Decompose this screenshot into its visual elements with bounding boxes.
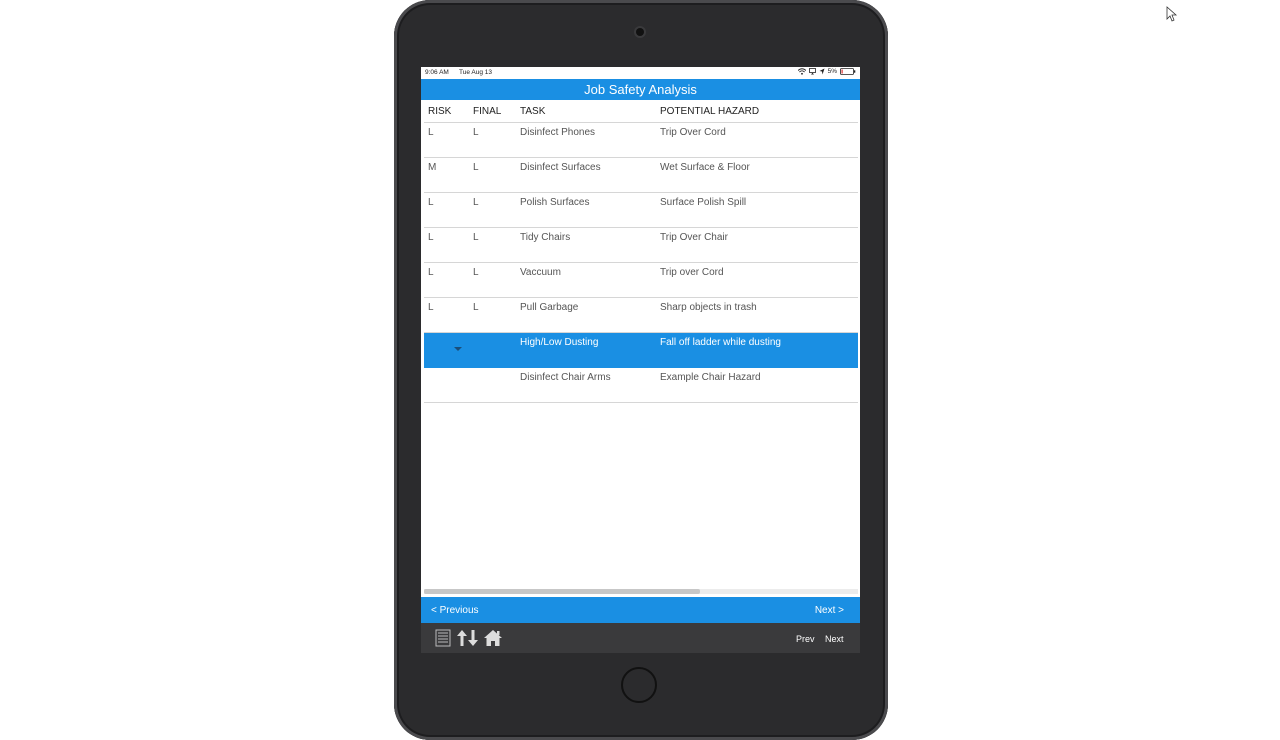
hazard-cell: Trip over Cord [660, 267, 724, 278]
page-navigation-bar: < Previous Next > [421, 597, 860, 623]
table-row-selected[interactable]: High/Low Dusting Fall off ladder while d… [424, 333, 858, 368]
status-bar: 9:06 AM Tue Aug 13 5% [421, 67, 860, 79]
task-cell: Disinfect Chair Arms [520, 372, 611, 383]
risk-cell: L [428, 302, 434, 313]
final-cell: L [473, 162, 479, 173]
scrollbar-thumb[interactable] [424, 589, 700, 594]
status-indicators: 5% [797, 68, 856, 75]
status-date: Tue Aug 13 [459, 69, 493, 76]
table-row[interactable]: L L Polish Surfaces Surface Polish Spill [424, 193, 858, 228]
risk-cell: L [428, 127, 434, 138]
table-row[interactable]: L L Pull Garbage Sharp objects in trash [424, 298, 858, 333]
risk-cell: L [428, 232, 434, 243]
hazard-cell: Example Chair Hazard [660, 372, 761, 383]
task-cell: Vaccuum [520, 267, 561, 278]
toolbar-next-button[interactable]: Next [825, 634, 844, 644]
mouse-cursor-icon [1166, 6, 1178, 22]
table-row[interactable]: L L Vaccuum Trip over Cord [424, 263, 858, 298]
task-cell: Polish Surfaces [520, 197, 590, 208]
risk-cell: L [428, 197, 434, 208]
hazard-cell: Fall off ladder while dusting [660, 337, 781, 348]
final-cell: L [473, 302, 479, 313]
task-list: L L Disinfect Phones Trip Over Cord M L … [424, 123, 858, 403]
hazard-cell: Trip Over Cord [660, 127, 726, 138]
task-cell: Disinfect Surfaces [520, 162, 601, 173]
hazard-cell: Wet Surface & Floor [660, 162, 750, 173]
status-time: 9:06 AM [425, 69, 449, 76]
column-header-risk[interactable]: RISK [428, 106, 451, 117]
risk-cell: L [428, 267, 434, 278]
final-cell: L [473, 197, 479, 208]
hazard-cell: Sharp objects in trash [660, 302, 757, 313]
final-cell: L [473, 232, 479, 243]
hazard-cell: Trip Over Chair [660, 232, 728, 243]
toolbar-prev-button[interactable]: Prev [796, 634, 815, 644]
hazard-cell: Surface Polish Spill [660, 197, 747, 208]
device-home-button[interactable] [621, 667, 657, 703]
location-arrow-icon [819, 68, 825, 75]
task-cell: Disinfect Phones [520, 127, 596, 138]
table-row[interactable]: L L Disinfect Phones Trip Over Cord [424, 123, 858, 158]
task-cell: Tidy Chairs [520, 232, 571, 243]
table-row[interactable]: L L Tidy Chairs Trip Over Chair [424, 228, 858, 263]
column-header-task[interactable]: TASK [520, 106, 545, 117]
final-cell: L [473, 127, 479, 138]
list-icon[interactable] [435, 629, 451, 647]
column-header-hazard[interactable]: POTENTIAL HAZARD [660, 106, 759, 117]
next-button[interactable]: Next > [815, 605, 844, 616]
wifi-icon [797, 68, 806, 75]
camera-icon [636, 28, 644, 36]
table-header: RISK FINAL TASK POTENTIAL HAZARD [424, 100, 858, 123]
dropdown-caret-icon[interactable] [454, 347, 462, 351]
table-row[interactable]: M L Disinfect Surfaces Wet Surface & Flo… [424, 158, 858, 193]
bottom-toolbar: Prev Next [421, 623, 860, 653]
final-cell: L [473, 267, 479, 278]
page-title: Job Safety Analysis [421, 79, 860, 100]
column-header-final[interactable]: FINAL [473, 106, 501, 117]
tablet-device-frame: 9:06 AM Tue Aug 13 5% Job Safety Analysi… [394, 0, 888, 740]
sort-icon[interactable] [456, 629, 480, 647]
battery-icon [840, 68, 856, 75]
app-screen: 9:06 AM Tue Aug 13 5% Job Safety Analysi… [421, 67, 860, 653]
screen-mirroring-icon [808, 68, 816, 75]
risk-cell: M [428, 162, 437, 173]
battery-percent: 5% [827, 68, 837, 75]
horizontal-scrollbar[interactable] [424, 589, 858, 594]
previous-button[interactable]: < Previous [431, 605, 479, 616]
home-icon[interactable] [483, 629, 503, 647]
table-row[interactable]: Disinfect Chair Arms Example Chair Hazar… [424, 368, 858, 403]
task-cell: High/Low Dusting [520, 337, 599, 348]
task-cell: Pull Garbage [520, 302, 579, 313]
